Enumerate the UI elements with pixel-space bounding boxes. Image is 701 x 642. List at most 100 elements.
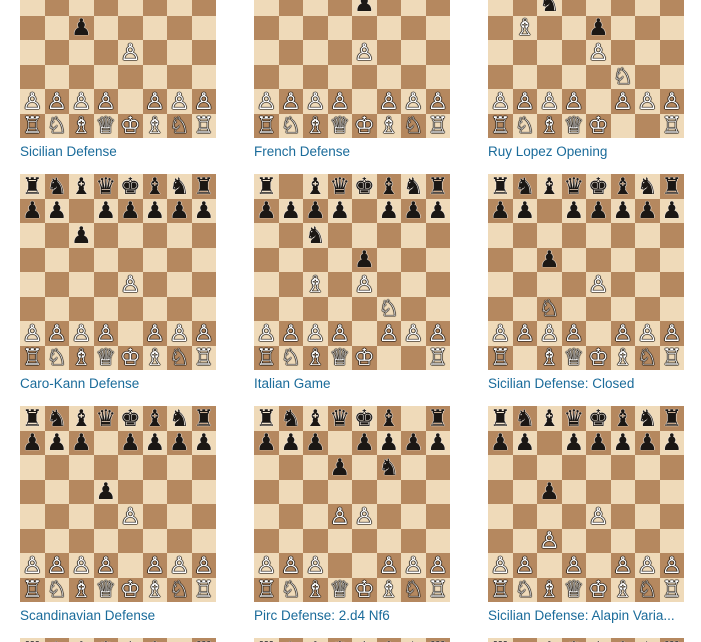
board-square[interactable]: ♞ — [278, 638, 303, 642]
board-square[interactable]: ♙ — [142, 321, 167, 346]
board-square[interactable] — [69, 0, 94, 16]
board-square[interactable]: ♙ — [191, 321, 216, 346]
board-square[interactable]: ♕ — [327, 113, 352, 138]
board-square[interactable]: ♖ — [488, 577, 513, 602]
board-square[interactable] — [512, 528, 537, 553]
board-square[interactable]: ♔ — [586, 113, 611, 138]
board-square[interactable]: ♟ — [191, 198, 216, 223]
board-square[interactable]: ♔ — [118, 577, 143, 602]
board-square[interactable]: ♝ — [69, 174, 94, 199]
board-square[interactable] — [20, 296, 45, 321]
board-square[interactable]: ♝ — [303, 174, 328, 199]
board-square[interactable]: ♟ — [254, 430, 279, 455]
board-square[interactable]: ♘ — [167, 113, 192, 138]
board-square[interactable] — [659, 0, 684, 16]
board-sicilian-defense[interactable]: ♜♞♝♛♚♝♞♜♟♟♟♟♟♟♟♟♙♙♙♙♙♙♙♙♖♘♗♕♔♗♘♖ — [20, 0, 216, 138]
board-square[interactable]: ♖ — [20, 113, 45, 138]
board-square[interactable]: ♟ — [537, 479, 562, 504]
board-square[interactable] — [254, 272, 279, 297]
board-square[interactable]: ♘ — [537, 296, 562, 321]
board-square[interactable]: ♖ — [488, 345, 513, 370]
board-square[interactable]: ♞ — [512, 174, 537, 199]
board-square[interactable]: ♙ — [561, 89, 586, 114]
board-square[interactable] — [303, 0, 328, 16]
board-square[interactable]: ♙ — [278, 553, 303, 578]
board-square[interactable]: ♙ — [512, 89, 537, 114]
board-square[interactable] — [278, 223, 303, 248]
board-square[interactable]: ♟ — [93, 479, 118, 504]
board-square[interactable] — [20, 272, 45, 297]
board-square[interactable]: ♕ — [93, 577, 118, 602]
board-square[interactable] — [167, 0, 192, 16]
board-square[interactable]: ♗ — [142, 577, 167, 602]
board-square[interactable]: ♟ — [118, 198, 143, 223]
board-square[interactable]: ♛ — [93, 638, 118, 642]
board-square[interactable] — [69, 455, 94, 480]
board-square[interactable] — [327, 64, 352, 89]
board-square[interactable] — [537, 272, 562, 297]
board-square[interactable]: ♞ — [537, 0, 562, 16]
board-square[interactable]: ♚ — [586, 174, 611, 199]
opening-title-link[interactable]: Sicilian Defense: Alapin Varia... — [488, 602, 684, 638]
board-square[interactable] — [303, 247, 328, 272]
board-square[interactable] — [278, 272, 303, 297]
board-square[interactable] — [561, 247, 586, 272]
board-square[interactable]: ♙ — [44, 89, 69, 114]
board-square[interactable]: ♙ — [93, 89, 118, 114]
board-square[interactable] — [142, 15, 167, 40]
board-square[interactable]: ♞ — [303, 223, 328, 248]
board-square[interactable] — [537, 15, 562, 40]
board-square[interactable] — [537, 553, 562, 578]
board-square[interactable] — [537, 40, 562, 65]
board-square[interactable]: ♟ — [142, 430, 167, 455]
board-square[interactable]: ♙ — [191, 89, 216, 114]
board-square[interactable]: ♙ — [69, 321, 94, 346]
board-square[interactable] — [425, 296, 450, 321]
board-square[interactable] — [488, 40, 513, 65]
board-square[interactable] — [44, 247, 69, 272]
board-square[interactable]: ♕ — [327, 577, 352, 602]
board-square[interactable] — [401, 528, 426, 553]
board-square[interactable] — [401, 15, 426, 40]
board-square[interactable]: ♜ — [191, 406, 216, 431]
board-square[interactable] — [327, 15, 352, 40]
board-square[interactable]: ♚ — [118, 406, 143, 431]
board-square[interactable] — [44, 528, 69, 553]
board-square[interactable]: ♘ — [278, 345, 303, 370]
board-square[interactable] — [659, 455, 684, 480]
board-square[interactable]: ♟ — [401, 198, 426, 223]
board-square[interactable] — [191, 40, 216, 65]
board-square[interactable] — [254, 504, 279, 529]
board-square[interactable] — [635, 113, 660, 138]
board-square[interactable] — [586, 0, 611, 16]
board-square[interactable]: ♖ — [191, 113, 216, 138]
board-square[interactable] — [635, 528, 660, 553]
board-square[interactable] — [425, 0, 450, 16]
board-square[interactable] — [401, 0, 426, 16]
board-square[interactable]: ♕ — [561, 113, 586, 138]
board-square[interactable] — [610, 113, 635, 138]
board-square[interactable]: ♙ — [118, 504, 143, 529]
board-square[interactable]: ♜ — [191, 174, 216, 199]
board-square[interactable] — [327, 40, 352, 65]
board-square[interactable]: ♘ — [635, 577, 660, 602]
board-square[interactable]: ♜ — [659, 406, 684, 431]
board-square[interactable] — [327, 430, 352, 455]
board-square[interactable]: ♔ — [586, 345, 611, 370]
board-square[interactable] — [635, 223, 660, 248]
board-square[interactable]: ♙ — [635, 89, 660, 114]
board-square[interactable] — [512, 479, 537, 504]
board-square[interactable]: ♘ — [401, 577, 426, 602]
board-square[interactable] — [118, 247, 143, 272]
opening-title-link[interactable]: Sicilian Defense — [20, 138, 216, 174]
board-french-defense[interactable]: ♜♞♝♛♚♝♞♜♟♟♟♟♟♟♟♟♙♙♙♙♙♙♙♙♖♘♗♕♔♗♘♖ — [254, 0, 450, 138]
board-square[interactable] — [537, 64, 562, 89]
board-square[interactable] — [278, 64, 303, 89]
board-square[interactable]: ♙ — [401, 321, 426, 346]
opening-title-link[interactable]: Scandinavian Defense — [20, 602, 216, 638]
board-square[interactable] — [635, 0, 660, 16]
board-square[interactable]: ♗ — [376, 113, 401, 138]
board-square[interactable]: ♟ — [191, 430, 216, 455]
board-square[interactable] — [537, 198, 562, 223]
board-square[interactable]: ♕ — [327, 345, 352, 370]
